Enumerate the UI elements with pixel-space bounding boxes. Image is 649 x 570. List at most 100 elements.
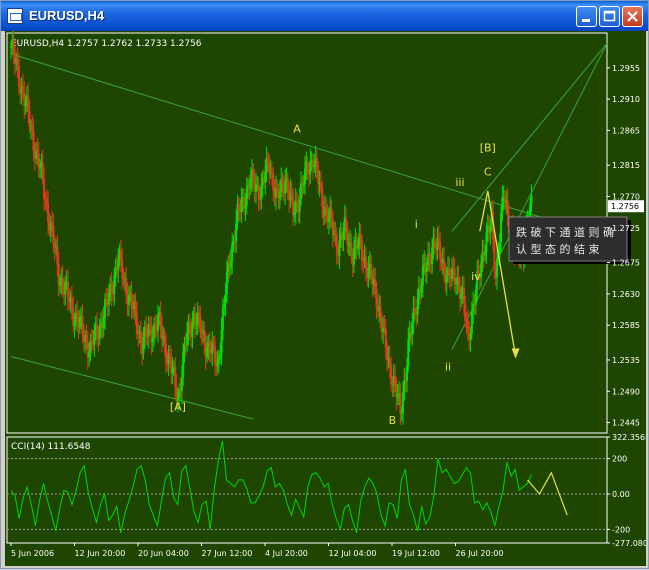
candle-body [330,208,333,220]
candle-body [39,166,42,169]
candle-body [134,302,137,314]
candle-body [10,46,12,48]
candle-body [383,327,386,329]
candle-body [484,251,487,256]
candle-body [411,321,414,336]
candle-body [338,240,341,257]
candle-body [151,337,154,343]
candle-body [454,283,457,285]
candle-body [17,65,20,87]
candle-body [464,303,467,322]
candle-body [64,281,67,294]
candle-body [530,195,533,204]
candle-body [400,412,403,414]
candle-body [145,327,148,336]
candle-body [28,111,31,127]
candle-body [270,171,273,174]
price-tick-label: 1.2585 [612,321,640,330]
candle-body [501,197,504,214]
price-tick-label: 1.2535 [612,356,640,365]
candle-body [367,267,370,278]
price-tick-label: 1.2490 [612,387,640,396]
close-button[interactable] [622,6,643,27]
candle-body [433,239,436,249]
candle-body [180,377,183,392]
candle-body [304,168,307,185]
candle-body [335,234,338,254]
candle-body [451,267,454,279]
price-tick-label: 1.2910 [612,95,640,104]
candle-body [208,341,211,353]
candle-body [216,360,219,366]
candle-body [154,324,157,328]
candle-body [89,340,92,352]
candle-body [460,293,463,299]
candle-body [489,224,492,233]
candle-body [345,217,348,228]
candle-body [290,191,293,195]
time-tick-label: 5 Jun 2006 [11,549,54,558]
title-bar[interactable]: EURUSD,H4 [1,1,648,31]
candle-body [402,392,405,413]
candle-body [260,185,263,201]
candle-body [217,356,220,361]
candle-body [309,161,312,175]
candle-body [272,173,275,191]
candle-body [390,365,393,385]
minimize-button[interactable] [576,6,597,27]
candle-body [493,239,496,269]
candle-body [219,353,222,357]
maximize-button[interactable] [599,6,620,27]
candle-body [149,324,152,329]
candle-body [78,316,81,328]
candle-body [121,260,124,279]
candle-body [70,297,73,310]
candle-body [356,246,359,249]
candle-body [174,367,177,387]
candle-body [496,258,499,278]
candle-body [36,149,39,154]
candle-body [462,287,465,304]
candle-body [264,172,267,183]
candle-body [127,295,130,305]
candle-body [360,240,363,261]
time-tick-label: 12 Jun 20:00 [75,549,126,558]
candle-body [85,335,88,344]
candle-body [296,200,299,204]
candle-body [319,182,322,188]
chart-area[interactable]: EURUSD,H4 1.2757 1.2762 1.2733 1.2756 A [A… [5,27,649,566]
time-tick-label: 4 Jul 20:00 [265,549,308,558]
candle-body [425,265,428,272]
cci-tick-label: 322.3568 [612,433,646,442]
candle-body [194,312,197,326]
chart-canvas[interactable]: EURUSD,H4 1.2757 1.2762 1.2733 1.2756 A [A… [5,27,649,566]
candle-body [370,263,373,279]
candle-body [286,178,289,193]
candle-body [500,213,503,242]
candle-body [212,341,215,347]
candle-body [198,312,201,317]
candle-body [41,162,44,179]
candle-body [244,205,247,209]
candle-body [225,272,228,295]
time-tick-label: 20 Jun 04:00 [138,549,189,558]
candle-body [359,234,362,241]
candle-body [448,268,451,276]
candle-body [203,329,206,345]
candle-body [59,281,62,286]
window-title: EURUSD,H4 [29,8,105,23]
price-tick-label: 1.2865 [612,126,640,135]
wave-label: ii [445,360,451,373]
candle-body [66,281,69,298]
candle-body [255,185,258,192]
candle-body [130,293,133,307]
candle-body [21,85,24,93]
candle-body [44,198,47,200]
candle-body [485,232,488,252]
candle-body [93,331,96,345]
candle-body [315,158,318,171]
candle-body [293,213,296,216]
candle-body [139,331,142,345]
candle-body [346,227,349,246]
wave-label: C [484,166,492,179]
